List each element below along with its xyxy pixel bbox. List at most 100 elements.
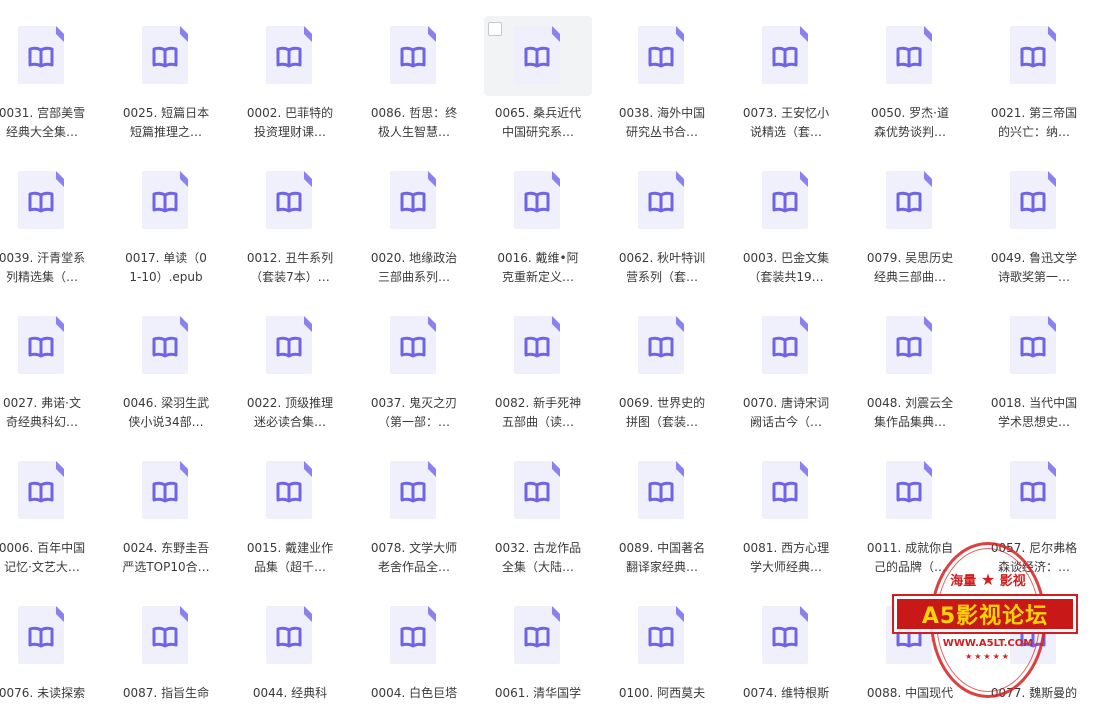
- file-icon-area[interactable]: [980, 306, 1088, 386]
- file-name-line1: 0087. 指旨生命: [122, 686, 210, 700]
- file-icon-area[interactable]: [608, 451, 716, 531]
- file-icon-area[interactable]: [856, 451, 964, 531]
- file-icon-area[interactable]: [236, 161, 344, 241]
- file-icon-area[interactable]: [732, 306, 840, 386]
- file-icon-area[interactable]: [732, 161, 840, 241]
- file-icon-area[interactable]: [0, 451, 96, 531]
- file-item[interactable]: 0032. 古龙作品 全集（大陆…: [484, 435, 592, 575]
- file-icon-area[interactable]: [980, 16, 1088, 96]
- file-icon-area[interactable]: [732, 451, 840, 531]
- file-item[interactable]: 0002. 巴菲特的 投资理财课…: [236, 0, 344, 140]
- file-icon-area[interactable]: [0, 16, 96, 96]
- ebook-file-icon: [884, 314, 934, 376]
- file-item[interactable]: 0025. 短篇日本 短篇推理之…: [112, 0, 220, 140]
- file-item[interactable]: 0076. 未读探索: [0, 580, 96, 720]
- file-name: 0089. 中国著名 翻译家经典…: [608, 539, 716, 577]
- file-item[interactable]: 0024. 东野圭吾 严选TOP10合…: [112, 435, 220, 575]
- file-item[interactable]: 0049. 鲁迅文学 诗歌奖第一…: [980, 145, 1088, 285]
- seal-banner-inner: A5影视论坛: [897, 599, 1073, 629]
- file-name-line2: （第一部：…: [377, 415, 450, 429]
- file-item[interactable]: 0074. 维特根斯: [732, 580, 840, 720]
- file-icon-area[interactable]: [360, 16, 468, 96]
- file-name-line2: 拼图（套装…: [625, 415, 698, 429]
- ebook-file-icon: [884, 459, 934, 521]
- file-item[interactable]: 0016. 戴维•阿 克重新定义…: [484, 145, 592, 285]
- file-item[interactable]: 0018. 当代中国 学术思想史…: [980, 290, 1088, 430]
- file-icon-area[interactable]: [608, 16, 716, 96]
- file-icon-area[interactable]: [980, 451, 1088, 531]
- file-item[interactable]: 0086. 哲思：终 极人生智慧…: [360, 0, 468, 140]
- file-item[interactable]: 0015. 戴建业作 品集（超千…: [236, 435, 344, 575]
- file-icon-area[interactable]: [484, 161, 592, 241]
- file-item[interactable]: 0082. 新手死神 五部曲（读…: [484, 290, 592, 430]
- file-item[interactable]: 0065. 桑兵近代 中国研究系…: [484, 0, 592, 140]
- file-item[interactable]: 0079. 吴思历史 经典三部曲…: [856, 145, 964, 285]
- file-icon-area[interactable]: [0, 596, 96, 676]
- file-icon-area[interactable]: [236, 16, 344, 96]
- file-item[interactable]: 0073. 王安忆小 说精选（套…: [732, 0, 840, 140]
- file-icon-area[interactable]: [732, 16, 840, 96]
- file-name: 0046. 梁羽生武 侠小说34部…: [112, 394, 220, 432]
- file-icon-area[interactable]: [732, 596, 840, 676]
- file-item[interactable]: 0061. 清华国学: [484, 580, 592, 720]
- file-icon-area[interactable]: [360, 451, 468, 531]
- file-icon-area[interactable]: [608, 161, 716, 241]
- file-item[interactable]: 0062. 秋叶特训 营系列（套…: [608, 145, 716, 285]
- file-item[interactable]: 0003. 巴金文集 （套装共19…: [732, 145, 840, 285]
- file-item[interactable]: 0069. 世界史的 拼图（套装…: [608, 290, 716, 430]
- file-item[interactable]: 0027. 弗诺·文 奇经典科幻…: [0, 290, 96, 430]
- file-item[interactable]: 0078. 文学大师 老舍作品全…: [360, 435, 468, 575]
- file-item[interactable]: 0070. 唐诗宋词 阙话古今（…: [732, 290, 840, 430]
- file-icon-area[interactable]: [112, 306, 220, 386]
- file-item[interactable]: 0081. 西方心理 学大师经典…: [732, 435, 840, 575]
- file-item[interactable]: 0050. 罗杰·道 森优势谈判…: [856, 0, 964, 140]
- file-item[interactable]: 0048. 刘震云全 集作品集典…: [856, 290, 964, 430]
- file-item[interactable]: 0087. 指旨生命: [112, 580, 220, 720]
- file-icon-area[interactable]: [0, 161, 96, 241]
- file-icon-area[interactable]: [856, 16, 964, 96]
- file-icon-area[interactable]: [484, 16, 592, 96]
- file-item[interactable]: 0100. 阿西莫夫: [608, 580, 716, 720]
- file-icon-area[interactable]: [236, 306, 344, 386]
- file-item[interactable]: 0017. 单读（0 1-10）.epub: [112, 145, 220, 285]
- file-item[interactable]: 0021. 第三帝国 的兴亡：纳…: [980, 0, 1088, 140]
- file-icon-area[interactable]: [980, 161, 1088, 241]
- file-icon-area[interactable]: [0, 306, 96, 386]
- file-icon-area[interactable]: [608, 596, 716, 676]
- file-item[interactable]: 0089. 中国著名 翻译家经典…: [608, 435, 716, 575]
- file-icon-area[interactable]: [112, 451, 220, 531]
- file-icon-area[interactable]: [484, 306, 592, 386]
- file-icon-area[interactable]: [608, 306, 716, 386]
- file-icon-area[interactable]: [360, 596, 468, 676]
- file-name-line1: 0016. 戴维•阿: [497, 251, 579, 265]
- file-name: 0037. 鬼灭之刃 （第一部：…: [360, 394, 468, 432]
- file-item[interactable]: 0022. 顶级推理 迷必读合集…: [236, 290, 344, 430]
- file-icon-area[interactable]: [856, 306, 964, 386]
- file-icon-area[interactable]: [112, 161, 220, 241]
- file-item[interactable]: 0046. 梁羽生武 侠小说34部…: [112, 290, 220, 430]
- file-name-line2: 奇经典科幻…: [5, 415, 78, 429]
- file-icon-area[interactable]: [360, 306, 468, 386]
- file-item[interactable]: 0039. 汗青堂系 列精选集（…: [0, 145, 96, 285]
- file-icon-area[interactable]: [484, 596, 592, 676]
- file-item[interactable]: 0037. 鬼灭之刃 （第一部：…: [360, 290, 468, 430]
- file-icon-area[interactable]: [360, 161, 468, 241]
- file-name: 0087. 指旨生命: [112, 684, 220, 703]
- file-item[interactable]: 0044. 经典科: [236, 580, 344, 720]
- file-name-line2: 极人生智慧…: [377, 125, 450, 139]
- file-item[interactable]: 0006. 百年中国 记忆·文艺大…: [0, 435, 96, 575]
- file-name-line2: 的兴亡：纳…: [997, 125, 1070, 139]
- file-icon-area[interactable]: [236, 596, 344, 676]
- file-icon-area[interactable]: [484, 451, 592, 531]
- file-item[interactable]: 0020. 地缘政治 三部曲系列…: [360, 145, 468, 285]
- file-icon-area[interactable]: [236, 451, 344, 531]
- file-item[interactable]: 0004. 白色巨塔: [360, 580, 468, 720]
- file-item[interactable]: 0038. 海外中国 研究丛书合…: [608, 0, 716, 140]
- file-icon-area[interactable]: [112, 16, 220, 96]
- ebook-file-icon: [760, 169, 810, 231]
- select-checkbox[interactable]: [488, 22, 502, 36]
- file-icon-area[interactable]: [856, 161, 964, 241]
- file-icon-area[interactable]: [112, 596, 220, 676]
- file-item[interactable]: 0031. 宫部美雪 经典大全集…: [0, 0, 96, 140]
- file-item[interactable]: 0012. 丑牛系列 （套装7本）…: [236, 145, 344, 285]
